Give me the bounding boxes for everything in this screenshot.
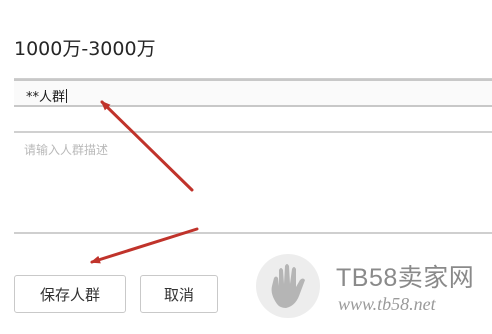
watermark-brand: TB58卖家网 bbox=[336, 264, 475, 292]
cancel-button[interactable]: 取消 bbox=[140, 275, 218, 313]
crowd-form-screenshot: 1000万-3000万 **人群 请输入人群描述 保存人群 取消 TB58卖家网… bbox=[0, 0, 492, 334]
crowd-name-value: **人群 bbox=[26, 89, 68, 105]
crowd-description-textarea[interactable]: 请输入人群描述 bbox=[14, 131, 492, 234]
watermark-url: www.tb58.net bbox=[338, 294, 436, 314]
watermark: TB58卖家网 www.tb58.net bbox=[252, 244, 492, 334]
hand-icon bbox=[256, 254, 320, 318]
amount-range-label: 1000万-3000万 bbox=[14, 38, 156, 60]
text-caret bbox=[66, 89, 68, 103]
description-placeholder: 请输入人群描述 bbox=[24, 143, 109, 157]
crowd-name-input[interactable]: **人群 bbox=[14, 79, 492, 107]
save-crowd-button[interactable]: 保存人群 bbox=[14, 275, 126, 313]
